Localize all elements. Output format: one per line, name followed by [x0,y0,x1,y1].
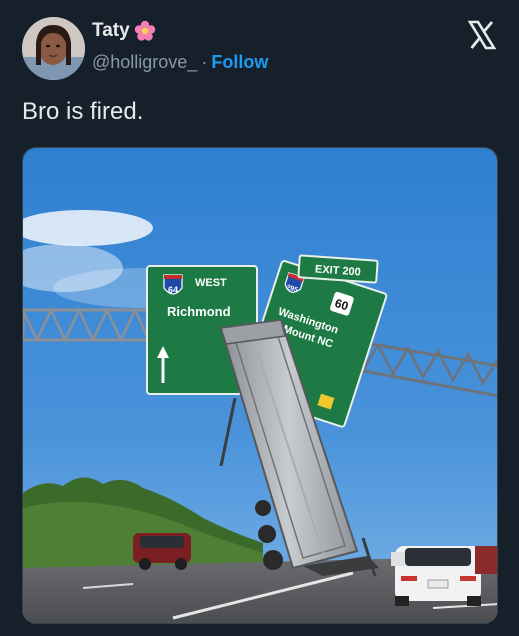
tweet-image[interactable]: 64 WEST Richmond 295 60 Washington Mount… [22,147,498,624]
richmond-label: Richmond [167,304,231,319]
display-name[interactable]: Taty [92,20,130,42]
highway-sign-photo: 64 WEST Richmond 295 60 Washington Mount… [23,148,497,623]
user-handle[interactable]: @holligrove_ [92,52,197,73]
x-logo-icon[interactable] [467,20,497,50]
avatar-photo [22,17,85,80]
author-name-row[interactable]: Taty [92,20,156,42]
flower-icon [134,20,156,42]
west-label: WEST [195,277,227,289]
follow-button[interactable]: Follow [211,52,268,73]
separator-dot: · [201,52,208,72]
handle-row: @holligrove_ · Follow [92,52,268,73]
tweet-text: Bro is fired. [22,98,144,125]
i64-shield-label: 64 [168,285,178,295]
tweet-card: Taty @holligrove_ · Follow Bro is fired. [0,0,519,636]
avatar[interactable] [22,17,85,80]
